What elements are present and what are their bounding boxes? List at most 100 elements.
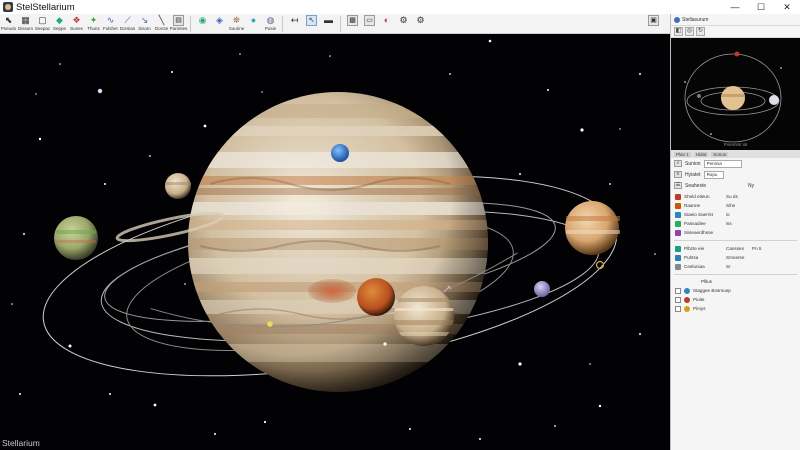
toolbar-button-telescope[interactable]: ⛯ Sourine (228, 14, 245, 34)
mini-orbit-preview[interactable]: Pinemmt sk Plan 1 Hidat Sonun (671, 38, 800, 158)
toolbar-button-fullscreen[interactable]: ▣ (645, 14, 662, 34)
close-button[interactable]: ✕ (774, 0, 800, 14)
preview-caption: Pinemmt sk (723, 142, 748, 147)
object-color-swatch (675, 254, 681, 261)
pointer-icon: ↖ (306, 15, 317, 26)
small-moon[interactable] (534, 281, 550, 297)
toolbar-button-1[interactable]: ⬉ Pseudo (0, 14, 17, 34)
preview-tab-3[interactable]: Sonun (711, 151, 729, 157)
mars[interactable] (357, 278, 395, 316)
toolbar-button-gem[interactable]: ◈ (211, 14, 228, 34)
panel-divider (674, 240, 797, 241)
tree-item[interactable]: Staggee Bosmuep (671, 286, 800, 295)
panel-toolbar: ◧ ◎ ↻ (671, 26, 800, 38)
grid-view-icon: ▩ (347, 15, 358, 26)
toolbar-button-10[interactable]: ╲ Dorcte (153, 14, 170, 34)
earth-moon[interactable] (331, 144, 349, 162)
tree-checkbox[interactable] (675, 305, 681, 312)
toolbar-button-screen[interactable]: ▭ (361, 14, 378, 34)
object-color-swatch (675, 229, 681, 236)
list-item[interactable]: Pasnadiee iss (671, 219, 800, 228)
toolbar-button-4[interactable]: ◆ Seppe (51, 14, 68, 34)
toolbar-button-3[interactable]: ▢ Seepac (34, 14, 51, 34)
object-color-swatch (675, 245, 681, 252)
green-planet[interactable] (54, 216, 98, 260)
preview-tabs: Plan 1 Hidat Sonun (671, 150, 800, 158)
back-arrow-icon: ↤ (290, 15, 299, 25)
list-item[interactable]: Ceeluniaa Sr (671, 262, 800, 271)
toolbar-button-record[interactable]: ◐ (378, 14, 395, 34)
planet-icon: ◉ (198, 15, 207, 25)
toolbar-button-film[interactable]: ▬ (320, 14, 337, 34)
toolbar-button-6[interactable]: ✦ Thuns (85, 14, 102, 34)
record-icon: ◐ (383, 15, 390, 25)
object-color-swatch (675, 220, 681, 227)
preview-tab-1[interactable]: Plan 1 (674, 151, 691, 157)
stellarium-logo-icon (674, 16, 680, 23)
list-item[interactable]: Siiseaerdhsoe (671, 228, 800, 237)
telescope-icon: ⛯ (232, 15, 241, 25)
preview-tab-2[interactable]: Hidat (693, 151, 709, 157)
toolbar-button-config[interactable]: ⚙ (412, 14, 429, 34)
list-item[interactable]: Sheld etieun Su ds (671, 192, 800, 201)
sky-view[interactable]: Stellarium (0, 34, 670, 450)
toolbar-button-grid[interactable]: ▩ (344, 14, 361, 34)
slash-icon: ⟋ (124, 15, 131, 25)
toolbar-button-8[interactable]: ⟋ Dorsian (119, 14, 136, 34)
sky-watermark: Stellarium (2, 438, 40, 448)
list-item[interactable]: Siaeio Saerrst io (671, 210, 800, 219)
search-icon[interactable]: ⌕ (674, 160, 682, 167)
toolbar-button-back[interactable]: ↤ (286, 14, 303, 34)
search2-label: Hyiatet (685, 171, 701, 178)
preview-canvas (684, 51, 782, 143)
toolbar-button-2[interactable]: ▦ Dissum (17, 14, 34, 34)
toolbar-button-11[interactable]: ▤ Panmtes (170, 14, 187, 34)
tree-checkbox[interactable] (675, 287, 681, 294)
search2-field[interactable]: Ropu (703, 170, 724, 179)
title-bar: StelStellarium — ☐ ✕ (0, 0, 800, 14)
toolbar-button-5[interactable]: ❖ Sunes (68, 14, 85, 34)
object-list-a: Sheld etieun Su ds Raanne Sihe Siaeio Saer… (671, 191, 800, 238)
toolbar-button-globe[interactable]: ◍ Pusie (262, 14, 279, 34)
tree-checkbox[interactable] (675, 296, 681, 303)
list-item[interactable]: Raanne Sihe (671, 201, 800, 210)
grid-icon: ▦ (21, 15, 30, 25)
tree-item[interactable]: Pimys (671, 304, 800, 313)
toolbar-button-sphere[interactable]: ● (245, 14, 262, 34)
view-icon[interactable]: ◧ (674, 27, 683, 36)
wave-icon: ∿ (106, 15, 115, 25)
toolbar-middle-group: ◉ ◈ ⛯ Sourine ● ◍ Pusie (194, 14, 279, 34)
solar-system-canvas[interactable] (0, 34, 670, 450)
toolbar-button-7[interactable]: ∿ Fulsher (102, 14, 119, 34)
toolbar-button-select[interactable]: ↖ (303, 14, 320, 34)
filter-icon[interactable]: ≡ (674, 171, 682, 178)
panel-icon: ▤ (173, 15, 184, 26)
minimize-button[interactable]: — (722, 0, 748, 14)
stellarium-window: StelStellarium — ☐ ✕ ⬉ Pseudo ▦ Dissum ▢ Se… (0, 0, 800, 450)
sphere-icon: ● (250, 15, 257, 25)
object-thumbnail-icon (684, 296, 690, 303)
arrow-icon: ↘ (140, 15, 149, 25)
toolbar-separator (190, 16, 191, 32)
list-item[interactable]: Plbzte eie Cansses Pn 5 (671, 244, 800, 253)
window-title: StelStellarium (16, 1, 75, 13)
tree-item[interactable]: Piuite (671, 295, 800, 304)
gem-icon: ◈ (216, 15, 223, 25)
search-field[interactable]: Pennsa (703, 159, 742, 168)
banded-planet[interactable] (394, 286, 454, 346)
toolbar-button-settings[interactable]: ⚙ (395, 14, 412, 34)
cursor-icon: ⬉ (4, 15, 13, 25)
list-item[interactable]: Puhtsa Smnerse (671, 253, 800, 262)
toolbar-button-planet[interactable]: ◉ (194, 14, 211, 34)
toolbar-left-group: ⬉ Pseudo ▦ Dissum ▢ Seepac ◆ Seppe ❖ Sunes ✦ T… (0, 14, 187, 34)
jupiter[interactable] (180, 92, 500, 392)
panel-divider (674, 274, 797, 275)
object-color-swatch (675, 193, 681, 200)
orange-planet[interactable] (565, 201, 620, 255)
leaf-icon: ✦ (89, 15, 98, 25)
toolbar-button-9[interactable]: ↘ Sisom (136, 14, 153, 34)
search2-row: ≡ Hyiatet Ropu (671, 169, 800, 180)
orbit-icon[interactable]: ◎ (685, 27, 694, 36)
refresh-icon[interactable]: ↻ (696, 27, 705, 36)
maximize-button[interactable]: ☐ (748, 0, 774, 14)
